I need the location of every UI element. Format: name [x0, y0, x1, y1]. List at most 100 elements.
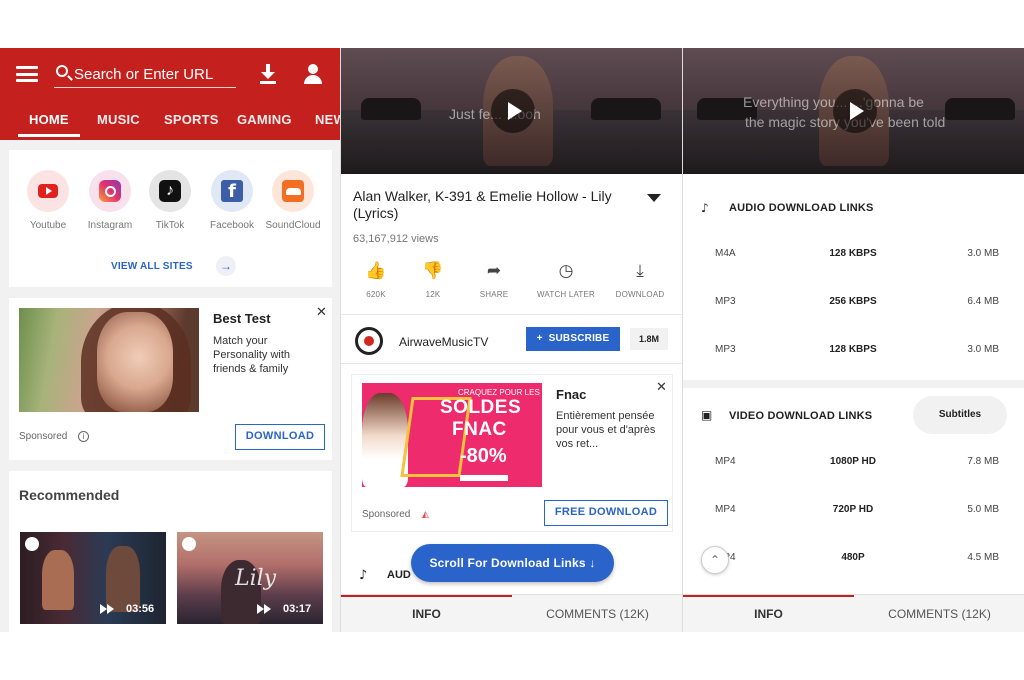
play-icon[interactable] [833, 89, 877, 133]
ad-image[interactable]: CRAQUEZ POUR LES SOLDES FNAC -80% [362, 383, 542, 487]
fast-forward-icon [257, 604, 264, 614]
tab-info[interactable]: INFO [341, 607, 512, 621]
thumbs-down-icon: 👎 [398, 262, 468, 280]
link-size: 5.0 MB [967, 504, 999, 515]
audio-link-row[interactable]: MP3 256 KBPS 6.4 MB [683, 278, 1024, 326]
view-all-sites-link[interactable]: VIEW ALL SITES [111, 261, 193, 272]
account-icon[interactable] [304, 64, 322, 84]
link-quality: 128 KBPS [803, 344, 903, 355]
subtitles-button[interactable]: Subtitles [913, 396, 1007, 434]
close-icon[interactable]: ✕ [656, 379, 667, 395]
ad-image-brand: FNAC [452, 419, 507, 441]
subscribe-button[interactable]: + SUBSCRIBE [526, 327, 620, 351]
video-info-screen: Just fe... ...ooh Alan Walker, K-391 & E… [340, 48, 682, 632]
soundcloud-icon [272, 170, 314, 212]
video-link-row[interactable]: MP4 720P HD 5.0 MB [683, 486, 1024, 534]
instagram-icon [89, 170, 131, 212]
channel-avatar[interactable] [355, 327, 383, 355]
tab-gaming[interactable]: GAMING [237, 112, 292, 127]
tab-comments[interactable]: COMMENTS (12K) [512, 607, 682, 621]
link-size: 6.4 MB [967, 296, 999, 307]
video-link-row[interactable]: MP4 480P 4.5 MB [683, 534, 1024, 582]
search-bar[interactable] [54, 62, 236, 88]
link-quality: 1080P HD [803, 456, 903, 467]
search-input[interactable] [74, 63, 234, 85]
app-screenshots: HOME MUSIC SPORTS GAMING NEW Youtube Ins… [0, 48, 1024, 632]
video-player[interactable]: Just fe... ...ooh [341, 48, 682, 174]
info-icon[interactable]: i [78, 431, 89, 442]
channel-name[interactable]: AirwaveMusicTV [399, 335, 488, 349]
sites-card: Youtube Instagram ♪ TikTok f Facebook So… [9, 150, 332, 287]
link-size: 3.0 MB [967, 248, 999, 259]
share-button[interactable]: ➦ SHARE [459, 262, 529, 299]
audio-link-row[interactable]: MP3 128 KBPS 3.0 MB [683, 326, 1024, 374]
tab-info[interactable]: INFO [683, 607, 854, 621]
adchoices-icon[interactable]: ◭ [422, 509, 429, 520]
download-button[interactable]: ⤓ DOWNLOAD [605, 262, 675, 299]
sponsored-label: Sponsored [19, 431, 67, 442]
audio-section-header: AUD [387, 569, 411, 581]
site-tiktok[interactable]: ♪ TikTok [140, 170, 200, 231]
clock-icon: ◷ [531, 262, 601, 280]
sponsored-ad-card: Best Test Match your Personality with fr… [9, 298, 332, 460]
ad-title: Best Test [213, 311, 271, 326]
search-icon [56, 65, 68, 77]
link-size: 3.0 MB [967, 344, 999, 355]
menu-icon[interactable] [16, 66, 38, 82]
tab-home[interactable]: HOME [29, 112, 69, 127]
site-instagram[interactable]: Instagram [80, 170, 140, 231]
select-icon[interactable] [25, 537, 39, 551]
link-format: M4A [715, 248, 736, 259]
video-thumbnail[interactable]: Lily 03:17 [177, 532, 323, 624]
downloads-icon[interactable] [259, 64, 277, 84]
audio-links-title: AUDIO DOWNLOAD LINKS [729, 202, 874, 214]
scroll-for-download-links-button[interactable]: Scroll For Download Links ↓ [411, 544, 614, 582]
arrow-right-icon[interactable]: → [216, 256, 236, 276]
site-label: Youtube [18, 220, 78, 231]
tab-sports[interactable]: SPORTS [164, 112, 219, 127]
video-player[interactable]: Everything you... ...'gonna be the magic… [683, 48, 1024, 174]
download-links-screen: Everything you... ...'gonna be the magic… [682, 48, 1024, 632]
link-quality: 480P [803, 552, 903, 563]
play-icon[interactable] [491, 89, 535, 133]
recommended-title: Recommended [19, 487, 119, 503]
bottom-tabs: INFO COMMENTS (12K) [683, 594, 1024, 632]
chevron-down-icon[interactable] [647, 194, 661, 202]
ad-download-button[interactable]: DOWNLOAD [235, 424, 325, 450]
video-link-row[interactable]: MP4 1080P HD 7.8 MB [683, 438, 1024, 486]
ad-image-caption: CRAQUEZ POUR LES [458, 388, 540, 397]
music-note-icon: ♪ [701, 201, 709, 215]
site-label: Facebook [202, 220, 262, 231]
ad-description: Entièrement pensée pour vous et d'après … [556, 409, 666, 451]
scroll-up-icon[interactable]: ⌃ [701, 546, 729, 574]
section-divider [683, 380, 1024, 388]
free-download-button[interactable]: FREE DOWNLOAD [544, 500, 668, 526]
link-format: MP3 [715, 296, 736, 307]
select-icon[interactable] [182, 537, 196, 551]
tab-comments[interactable]: COMMENTS (12K) [854, 607, 1024, 621]
tab-new[interactable]: NEW [315, 112, 340, 127]
video-thumbnail[interactable]: 03:56 [20, 532, 166, 624]
audio-link-row[interactable]: M4A 128 KBPS 3.0 MB [683, 230, 1024, 278]
watch-later-label: WATCH LATER [531, 290, 601, 299]
youtube-icon [27, 170, 69, 212]
sponsored-ad-card: CRAQUEZ POUR LES SOLDES FNAC -80% Fnac E… [351, 374, 673, 532]
tab-music[interactable]: MUSIC [97, 112, 140, 127]
link-quality: 128 KBPS [803, 248, 903, 259]
site-soundcloud[interactable]: SoundCloud [263, 170, 323, 231]
ad-image[interactable] [19, 308, 199, 412]
watch-later-button[interactable]: ◷ WATCH LATER [531, 262, 601, 299]
dislike-button[interactable]: 👎 12K [398, 262, 468, 299]
site-youtube[interactable]: Youtube [18, 170, 78, 231]
site-facebook[interactable]: f Facebook [202, 170, 262, 231]
recommended-card: Recommended 03:56 Lily 03:17 [9, 471, 332, 632]
tiktok-icon: ♪ [149, 170, 191, 212]
active-tab-indicator [18, 134, 80, 137]
download-icon: ⤓ [605, 262, 675, 280]
music-note-icon: ♪ [359, 568, 367, 583]
ad-image-headline: SOLDES [440, 397, 521, 419]
active-tab-indicator [341, 595, 512, 597]
channel-row: AirwaveMusicTV + SUBSCRIBE 1.8M [341, 314, 682, 364]
site-label: SoundCloud [263, 220, 323, 231]
close-icon[interactable]: ✕ [316, 304, 327, 320]
